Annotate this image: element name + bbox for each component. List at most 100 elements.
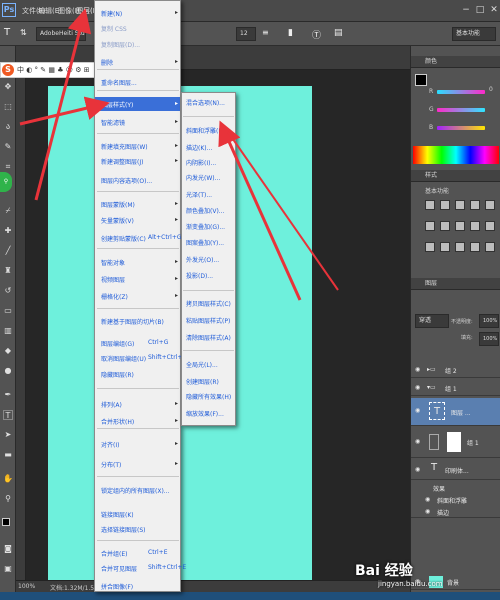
layer-menu-item[interactable]: 隐藏图层(R) <box>101 370 134 379</box>
style-swatch[interactable] <box>455 200 465 210</box>
eye-icon[interactable]: ◉ <box>415 438 420 445</box>
text-orientation-icon[interactable]: ⇅ <box>20 28 30 38</box>
workspace-select[interactable]: 基本功能 <box>452 27 496 41</box>
color-panel-tab[interactable]: 颜色 <box>411 56 500 68</box>
opacity-field[interactable]: 100% <box>479 314 499 328</box>
styles-panel-tab[interactable]: 样式 <box>411 170 500 182</box>
color-ramp[interactable] <box>413 146 499 164</box>
quick-select-tool-icon[interactable]: ✎ <box>3 142 13 152</box>
layer-menu-item[interactable]: 智能滤镜 <box>101 118 125 127</box>
layer-style-item[interactable]: 混合选项(N)... <box>186 98 225 107</box>
brush-tool-icon[interactable]: ╱ <box>3 246 13 256</box>
layer-row-group[interactable]: ◉ ▸▭ 组 2 <box>411 362 500 378</box>
layer-menu-item[interactable]: 锁定组内的所有图层(X)... <box>101 486 170 495</box>
layer-menu-item[interactable]: 新建填充图层(W) <box>101 142 148 151</box>
gradient-tool-icon[interactable]: ▥ <box>3 326 13 336</box>
layer-menu-item[interactable]: 取消图层编组(U) <box>101 354 146 363</box>
font-size-field[interactable]: 12 <box>236 27 256 41</box>
blur-tool-icon[interactable]: ◆ <box>3 346 13 356</box>
layer-menu-item[interactable]: 排列(A) <box>101 400 122 409</box>
layer-style-item[interactable]: 颜色叠加(V)... <box>186 206 225 215</box>
layer-menu-item[interactable]: 新建基于图层的切片(B) <box>101 317 164 326</box>
text-tool-icon[interactable]: T <box>4 27 16 39</box>
eye-icon[interactable]: ◉ <box>415 366 420 373</box>
layer-style-item[interactable]: 内发光(W)... <box>186 173 220 182</box>
eye-icon[interactable]: ◉ <box>415 466 420 473</box>
crop-tool-icon[interactable]: ⌗ <box>3 162 13 172</box>
layer-menu-item[interactable]: 图层内容选项(O)... <box>101 176 152 185</box>
layer-style-item[interactable]: 光泽(T)... <box>186 190 212 199</box>
layer-menu-item[interactable]: 选择链接图层(S) <box>101 525 146 534</box>
style-swatch[interactable] <box>440 200 450 210</box>
type-tool-icon[interactable]: T <box>3 410 13 420</box>
slider-b[interactable] <box>437 126 485 130</box>
layer-style-item[interactable]: 外发光(O)... <box>186 255 219 264</box>
layer-row-text[interactable]: ◉ T 印刷体... <box>411 460 500 480</box>
layer-row-text-selected[interactable]: ◉ T 图层 ... <box>411 398 500 426</box>
style-swatch[interactable] <box>440 242 450 252</box>
stamp-tool-icon[interactable]: ♜ <box>3 266 13 276</box>
layer-menu-item[interactable]: 栅格化(Z) <box>101 292 128 301</box>
ime-toolbar-icons[interactable]: 中 ◐ ° ✎ ▦ ♣ ☺ ⚙ ⊞ <box>17 65 90 75</box>
screen-mode-icon[interactable]: ▣ <box>3 564 13 574</box>
style-swatch[interactable] <box>470 242 480 252</box>
floating-badge-icon[interactable]: ⚲ <box>0 172 12 192</box>
marquee-tool-icon[interactable]: ⬚ <box>3 102 13 112</box>
layer-menu-item[interactable]: 图层蒙版(M) <box>101 200 135 209</box>
eye-icon[interactable]: ◉ <box>425 496 430 503</box>
style-swatch[interactable] <box>425 200 435 210</box>
layer-style-item[interactable]: 投影(D)... <box>186 271 213 280</box>
style-swatch[interactable] <box>455 242 465 252</box>
pen-tool-icon[interactable]: ✒ <box>3 390 13 400</box>
style-swatch[interactable] <box>425 242 435 252</box>
layer-menu-item[interactable]: 图层样式(Y) <box>101 100 133 109</box>
lasso-tool-icon[interactable]: ა <box>3 122 13 132</box>
shape-tool-icon[interactable]: ▬ <box>3 450 13 460</box>
layer-menu-item[interactable]: 新建(N) <box>101 9 122 18</box>
dodge-tool-icon[interactable]: ● <box>3 366 13 376</box>
layer-menu-item[interactable]: 视频图层 <box>101 275 125 284</box>
eyedropper-tool-icon[interactable]: ⌿ <box>3 206 13 216</box>
foreground-color-swatch[interactable] <box>2 518 10 526</box>
style-swatch[interactable] <box>470 200 480 210</box>
layer-menu-item[interactable]: 删除 <box>101 58 113 67</box>
layer-menu-item[interactable]: 重命名图层... <box>101 78 137 87</box>
fg-color-swatch[interactable] <box>415 74 427 86</box>
eye-icon[interactable]: ◉ <box>415 384 420 391</box>
layer-menu-item[interactable]: 拼合图像(F) <box>101 582 133 591</box>
style-swatch[interactable] <box>485 221 495 231</box>
layer-menu-item[interactable]: 矢量蒙版(V) <box>101 216 134 225</box>
layer-menu-item[interactable]: 对齐(I) <box>101 440 119 449</box>
close-button[interactable]: ✕ <box>488 4 500 16</box>
color-swatch-icon[interactable]: ▮ <box>288 28 300 40</box>
eraser-tool-icon[interactable]: ▭ <box>3 306 13 316</box>
character-panel-icon[interactable]: ▤ <box>334 28 346 40</box>
healing-tool-icon[interactable]: ✚ <box>3 226 13 236</box>
font-family-select[interactable]: AdobeHeiti Std <box>36 27 86 41</box>
style-swatch[interactable] <box>440 221 450 231</box>
layer-effects-row[interactable]: 效果 <box>411 482 500 494</box>
layer-style-item[interactable]: 描边(K)... <box>186 143 212 152</box>
layer-style-item[interactable]: 清除图层样式(A) <box>186 333 231 342</box>
path-select-tool-icon[interactable]: ➤ <box>3 430 13 440</box>
style-swatch[interactable] <box>425 221 435 231</box>
layer-menu-item[interactable]: 分布(T) <box>101 460 121 469</box>
layer-effect-row[interactable]: ◉ 斜面和浮雕 <box>411 494 500 506</box>
style-swatch[interactable] <box>455 221 465 231</box>
layer-effect-row[interactable]: ◉ 描边 <box>411 506 500 518</box>
align-icon[interactable]: ≡ <box>262 28 272 38</box>
sogou-logo-icon[interactable]: S <box>2 64 14 76</box>
layer-menu-item[interactable]: 复制图层(D)... <box>101 40 140 49</box>
blend-mode-select[interactable]: 穿透 <box>415 314 449 328</box>
move-tool-icon[interactable]: ✥ <box>3 82 13 92</box>
layer-style-item[interactable]: 图案叠加(Y)... <box>186 238 224 247</box>
layer-style-item[interactable]: 斜面和浮雕(B)... <box>186 126 231 135</box>
layer-row-group[interactable]: ◉ ▾▭ 组 1 <box>411 380 500 396</box>
eye-icon[interactable]: ◉ <box>415 407 420 414</box>
layer-row-masked[interactable]: ◉ 组 1 <box>411 428 500 458</box>
layer-menu-item[interactable]: 合并形状(H) <box>101 417 134 426</box>
layer-menu-item[interactable]: 复制 CSS <box>101 24 127 33</box>
layer-menu-item[interactable]: 链接图层(K) <box>101 510 134 519</box>
layers-panel-tab[interactable]: 图层 <box>411 278 500 290</box>
hand-tool-icon[interactable]: ✋ <box>3 474 13 484</box>
